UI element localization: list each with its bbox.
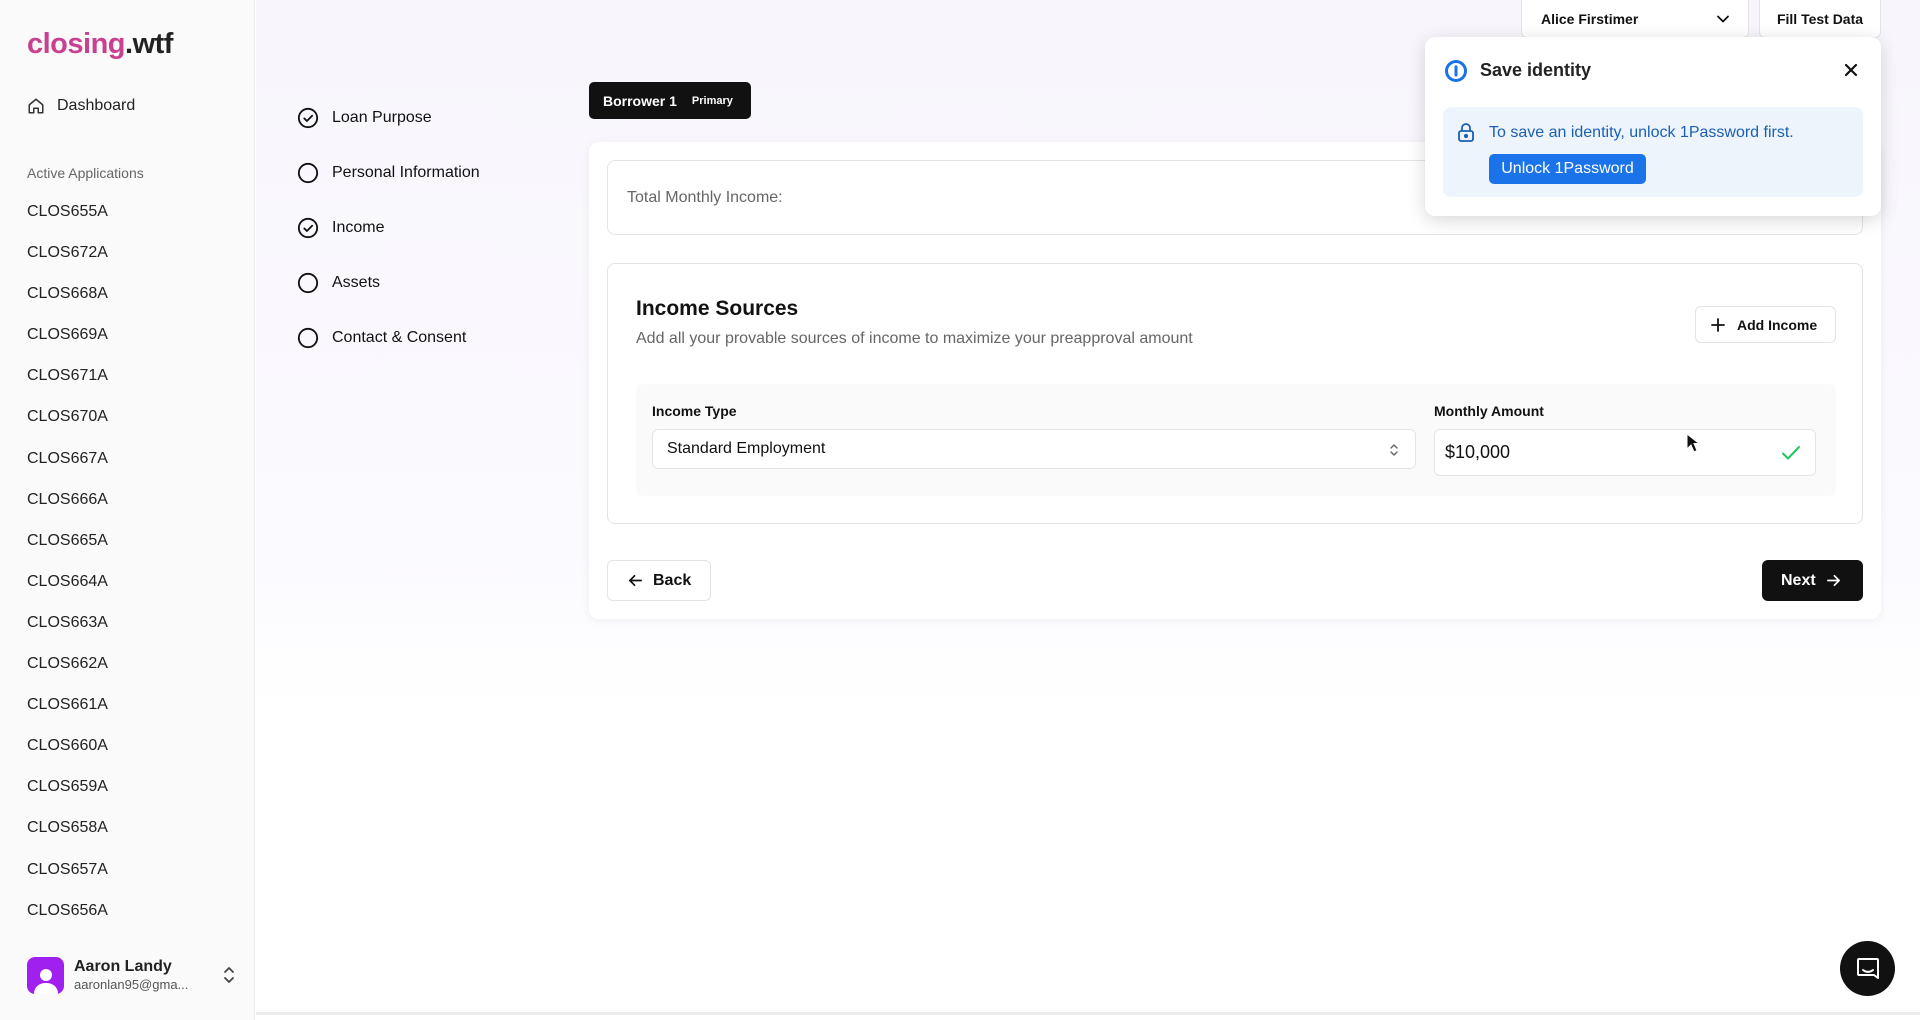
next-button[interactable]: Next	[1762, 560, 1863, 601]
application-item[interactable]: CLOS657A	[27, 858, 237, 899]
application-item[interactable]: CLOS667A	[27, 447, 237, 488]
application-item[interactable]: CLOS665A	[27, 529, 237, 570]
arrow-right-icon	[1826, 574, 1840, 587]
arrow-left-icon	[629, 574, 642, 587]
income-sources-title: Income Sources	[636, 297, 799, 320]
step-contact-consent[interactable]: Contact & Consent	[297, 310, 480, 365]
sidebar: closing.wtf Dashboard Active Application…	[0, 0, 255, 1020]
active-applications-heading: Active Applications	[27, 165, 144, 181]
back-button[interactable]: Back	[607, 560, 711, 601]
popup-title: Save identity	[1480, 60, 1592, 80]
close-icon[interactable]	[1842, 61, 1860, 79]
dashboard-label: Dashboard	[57, 97, 136, 114]
application-item[interactable]: CLOS656A	[27, 899, 237, 940]
application-item[interactable]: CLOS664A	[27, 570, 237, 611]
step-income[interactable]: Income	[297, 200, 480, 255]
monthly-amount-value: $10,000	[1445, 442, 1511, 462]
user-email: aaronlan95@gma...	[74, 977, 189, 992]
borrower-tab-label: Borrower 1	[603, 92, 677, 109]
step-label: Loan Purpose	[332, 108, 432, 126]
user-name: Aaron Landy	[74, 958, 172, 975]
application-item[interactable]: CLOS659A	[27, 775, 237, 816]
application-list: CLOS655A CLOS672A CLOS668A CLOS669A CLOS…	[27, 200, 237, 940]
user-menu[interactable]: Aaron Landy aaronlan95@gma...	[27, 955, 237, 995]
chevron-up-down-icon	[224, 967, 234, 983]
logo[interactable]: closing.wtf	[27, 28, 173, 61]
income-sources-subtitle: Add all your provable sources of income …	[636, 330, 1193, 347]
application-item[interactable]: CLOS658A	[27, 816, 237, 857]
popup-message: To save an identity, unlock 1Password fi…	[1489, 124, 1794, 141]
step-loan-purpose[interactable]: Loan Purpose	[297, 90, 480, 145]
circle-icon	[297, 162, 319, 183]
total-income-label: Total Monthly Income:	[627, 189, 783, 206]
lock-icon	[1458, 123, 1474, 142]
onepassword-popup: Save identity To save an identity, unloc…	[1425, 37, 1881, 216]
income-type-select[interactable]: Standard Employment	[652, 429, 1416, 469]
step-label: Income	[332, 218, 385, 236]
application-item[interactable]: CLOS660A	[27, 734, 237, 775]
logo-part-1: closing	[27, 28, 126, 60]
step-label: Assets	[332, 273, 381, 291]
chevron-down-icon	[1717, 15, 1729, 23]
avatar	[27, 956, 64, 994]
application-item[interactable]: CLOS662A	[27, 652, 237, 693]
sidebar-item-dashboard[interactable]: Dashboard	[27, 97, 135, 115]
application-item[interactable]: CLOS663A	[27, 611, 237, 652]
check-circle-icon	[297, 107, 319, 128]
test-user-select[interactable]: Alice Firstimer	[1521, 0, 1749, 38]
chevron-up-down-icon	[1390, 444, 1398, 456]
popup-body: To save an identity, unlock 1Password fi…	[1443, 107, 1863, 197]
application-item[interactable]: CLOS672A	[27, 241, 237, 282]
application-item[interactable]: CLOS671A	[27, 364, 237, 405]
chat-icon	[1856, 957, 1879, 979]
mouse-cursor-icon	[1686, 433, 1700, 453]
home-icon	[28, 98, 44, 114]
borrower-tab-badge: Primary	[691, 94, 733, 107]
divider	[256, 1012, 1920, 1015]
plus-icon	[1711, 317, 1725, 332]
monthly-amount-input[interactable]: $10,000	[1434, 429, 1816, 476]
back-label: Back	[653, 571, 692, 589]
add-income-button[interactable]: Add Income	[1695, 306, 1836, 343]
check-icon	[1782, 446, 1800, 460]
add-income-label: Add Income	[1737, 316, 1818, 333]
income-type-label: Income Type	[652, 403, 737, 419]
logo-part-2: .wtf	[125, 28, 173, 60]
application-item[interactable]: CLOS669A	[27, 323, 237, 364]
application-item[interactable]: CLOS668A	[27, 282, 237, 323]
step-assets[interactable]: Assets	[297, 255, 480, 310]
user-icon	[33, 968, 58, 994]
application-item[interactable]: CLOS655A	[27, 200, 237, 241]
income-type-value: Standard Employment	[667, 440, 826, 457]
income-sources-section: Income Sources Add all your provable sou…	[607, 263, 1863, 524]
unlock-1password-button[interactable]: Unlock 1Password	[1489, 154, 1646, 184]
tab-borrower-1[interactable]: Borrower 1 Primary	[589, 82, 751, 119]
fill-test-data-button[interactable]: Fill Test Data	[1759, 0, 1881, 38]
chat-launcher-button[interactable]	[1840, 941, 1895, 996]
next-label: Next	[1781, 571, 1816, 589]
step-personal-information[interactable]: Personal Information	[297, 145, 480, 200]
application-item[interactable]: CLOS661A	[27, 693, 237, 734]
test-user-value: Alice Firstimer	[1541, 10, 1639, 27]
income-entry: Income Type Monthly Amount Standard Empl…	[636, 384, 1836, 496]
step-list: Loan Purpose Personal Information Income…	[297, 90, 480, 365]
monthly-amount-label: Monthly Amount	[1434, 403, 1544, 419]
circle-icon	[297, 272, 319, 293]
application-item[interactable]: CLOS670A	[27, 405, 237, 446]
application-item[interactable]: CLOS666A	[27, 488, 237, 529]
step-label: Personal Information	[332, 163, 480, 181]
check-circle-icon	[297, 217, 319, 238]
step-label: Contact & Consent	[332, 328, 467, 346]
onepassword-icon	[1445, 60, 1467, 82]
circle-icon	[297, 327, 319, 348]
